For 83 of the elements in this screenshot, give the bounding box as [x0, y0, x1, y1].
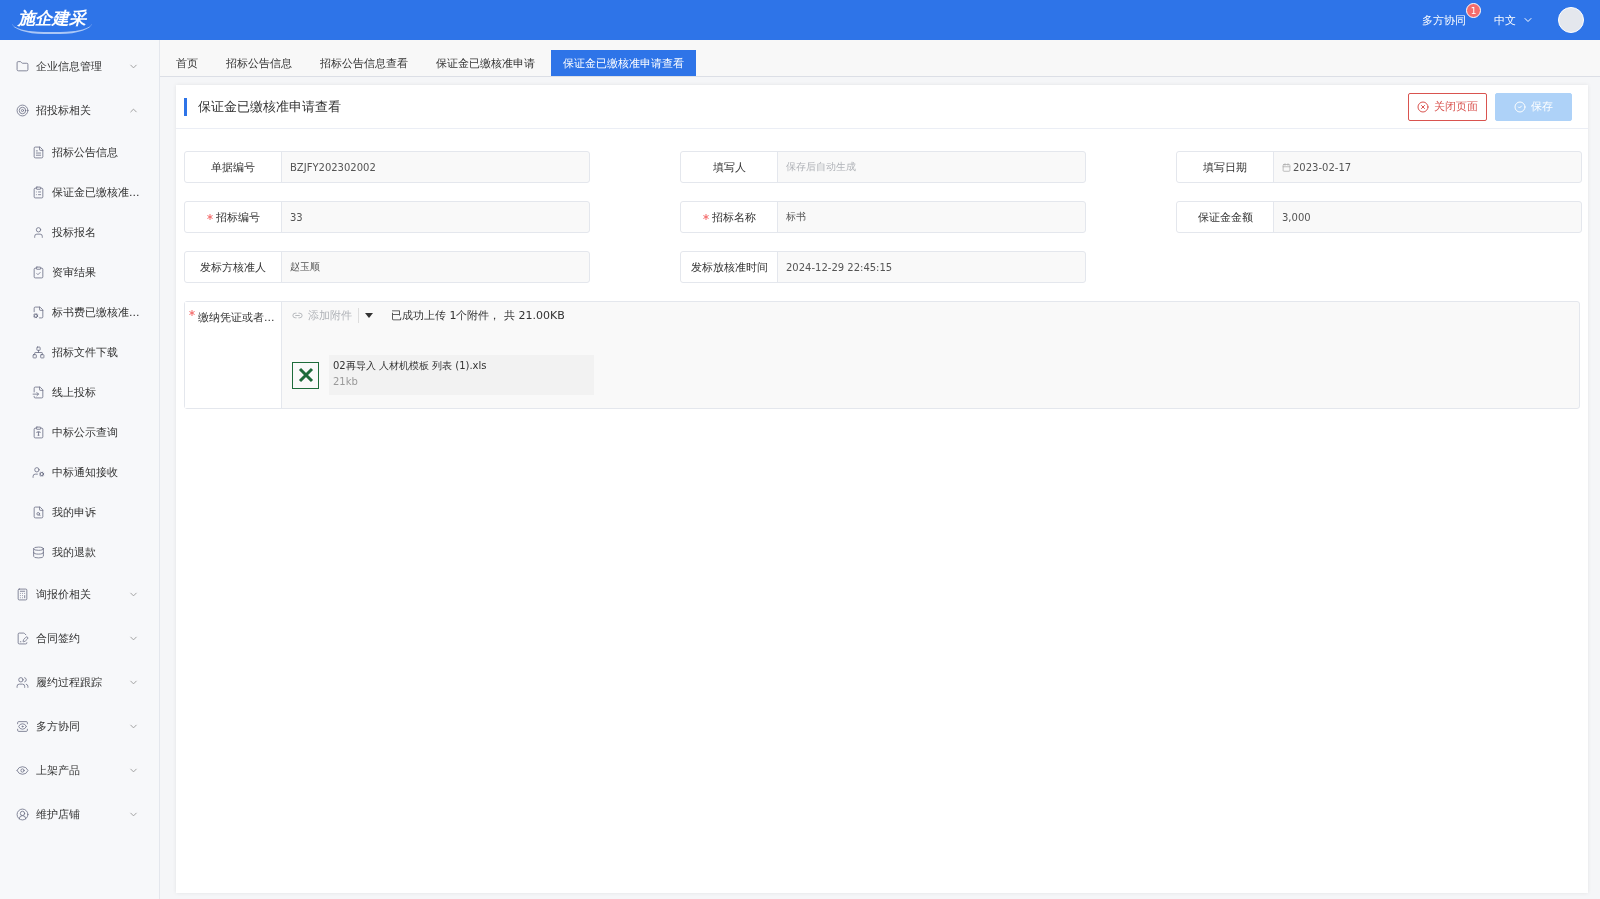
check-circle-icon [1514, 100, 1526, 113]
label-text: 单据编号 [211, 159, 255, 175]
sidebar-group[interactable]: 企业信息管理 [0, 44, 159, 88]
sidebar-group[interactable]: 履约过程跟踪 [0, 660, 159, 704]
menu-icon [16, 103, 29, 117]
sidebar-group[interactable]: 上架产品 [0, 748, 159, 792]
form-field[interactable]: 发标放核准时间 2024-12-29 22:45:15 [680, 251, 1086, 283]
value-text: 标书 [786, 210, 806, 224]
sidebar-item[interactable]: 保证金已缴核准... [0, 172, 159, 212]
sidebar-group[interactable]: 询报价相关 [0, 572, 159, 616]
sidebar-item[interactable]: 线上投标 [0, 372, 159, 412]
menu-icon [32, 265, 45, 279]
link-icon [292, 310, 303, 321]
menu-icon [16, 807, 29, 821]
sidebar-group[interactable]: 多方协同 [0, 704, 159, 748]
menu-icon [32, 345, 45, 359]
sidebar-item[interactable]: 招标公告信息 [0, 132, 159, 172]
language-select[interactable]: 中文 [1494, 12, 1534, 28]
sidebar-item[interactable]: 我的退款 [0, 532, 159, 572]
collab-link[interactable]: 多方协同 [1422, 12, 1466, 28]
form-field[interactable]: 招标名称 标书 [680, 201, 1086, 233]
label-text: 招标编号 [215, 209, 260, 225]
tab[interactable]: 保证金已缴核准申请查看 [551, 50, 696, 76]
form-field[interactable]: 发标方核准人 赵玉顺 [184, 251, 590, 283]
tab[interactable]: 招标公告信息 [214, 50, 304, 76]
label-text: 填写日期 [1203, 159, 1247, 175]
value-text: 2023-02-17 [1293, 161, 1352, 173]
user-avatar[interactable] [1558, 7, 1584, 33]
menu-icon [32, 545, 45, 559]
menu-icon [16, 675, 29, 689]
close-icon [1417, 100, 1429, 113]
value-text: BZJFY202302002 [290, 161, 376, 173]
tab[interactable]: 招标公告信息查看 [308, 50, 420, 76]
attachment-file[interactable]: 02再导入 人材机模板 列表 (1).xls 21kb [329, 355, 594, 395]
sidebar-item[interactable]: 标书费已缴核准... [0, 292, 159, 332]
value-text: 3,000 [1282, 211, 1311, 223]
value-text: 保存后自动生成 [786, 160, 856, 174]
tab[interactable]: 保证金已缴核准申请 [424, 50, 547, 76]
sidebar-group[interactable]: 招投标相关 [0, 88, 159, 132]
form-field[interactable]: 填写日期 2023-02-17 [1176, 151, 1582, 183]
menu-icon [16, 763, 29, 777]
label-text: 发标方核准人 [200, 259, 266, 275]
spreadsheet-icon [292, 361, 319, 389]
sidebar-item[interactable]: 我的申诉 [0, 492, 159, 532]
menu-icon [32, 465, 45, 479]
sidebar-item[interactable]: 招标文件下载 [0, 332, 159, 372]
menu-icon [16, 719, 29, 733]
close-page-button[interactable]: 关闭页面 [1408, 92, 1487, 121]
upload-summary: 已成功上传 1个附件， 共 21.00KB [391, 308, 565, 323]
form-field[interactable]: 单据编号 BZJFY202302002 [184, 151, 590, 183]
sidebar-item[interactable]: 投标报名 [0, 212, 159, 252]
menu-icon [32, 305, 45, 319]
label-text: 填写人 [712, 159, 746, 175]
menu-icon [16, 631, 29, 645]
logo: 施企建采 [12, 6, 92, 34]
menu-icon [32, 505, 45, 519]
value-text: 33 [290, 211, 303, 223]
menu-icon [16, 59, 29, 73]
caret-icon[interactable] [365, 313, 373, 318]
form-field[interactable]: 填写人 保存后自动生成 [680, 151, 1086, 183]
value-text: 赵玉顺 [290, 260, 320, 274]
label-text: 缴纳凭证或者... [198, 310, 275, 325]
menu-icon [16, 587, 29, 601]
page-title: 保证金已缴核准申请查看 [184, 97, 341, 116]
tab[interactable]: 首页 [164, 50, 210, 76]
sidebar-item[interactable]: 资审结果 [0, 252, 159, 292]
sidebar-group[interactable]: 合同签约 [0, 616, 159, 660]
menu-icon [32, 385, 45, 399]
sidebar-item[interactable]: 中标公示查询 [0, 412, 159, 452]
form-field[interactable]: 招标编号 33 [184, 201, 590, 233]
sidebar-item[interactable]: 中标通知接收 [0, 452, 159, 492]
form-field[interactable]: 保证金金额 3,000 [1176, 201, 1582, 233]
menu-icon [32, 185, 45, 199]
menu-icon [32, 225, 45, 239]
menu-icon [32, 425, 45, 439]
label-text: 保证金金额 [1197, 209, 1253, 225]
calendar-icon [1282, 162, 1291, 172]
label-text: 发标放核准时间 [690, 259, 768, 275]
sidebar-group[interactable]: 维护店铺 [0, 792, 159, 836]
menu-icon [32, 145, 45, 159]
value-text: 2024-12-29 22:45:15 [786, 261, 893, 273]
label-text: 招标名称 [711, 209, 756, 225]
notification-badge: 1 [1466, 2, 1481, 18]
